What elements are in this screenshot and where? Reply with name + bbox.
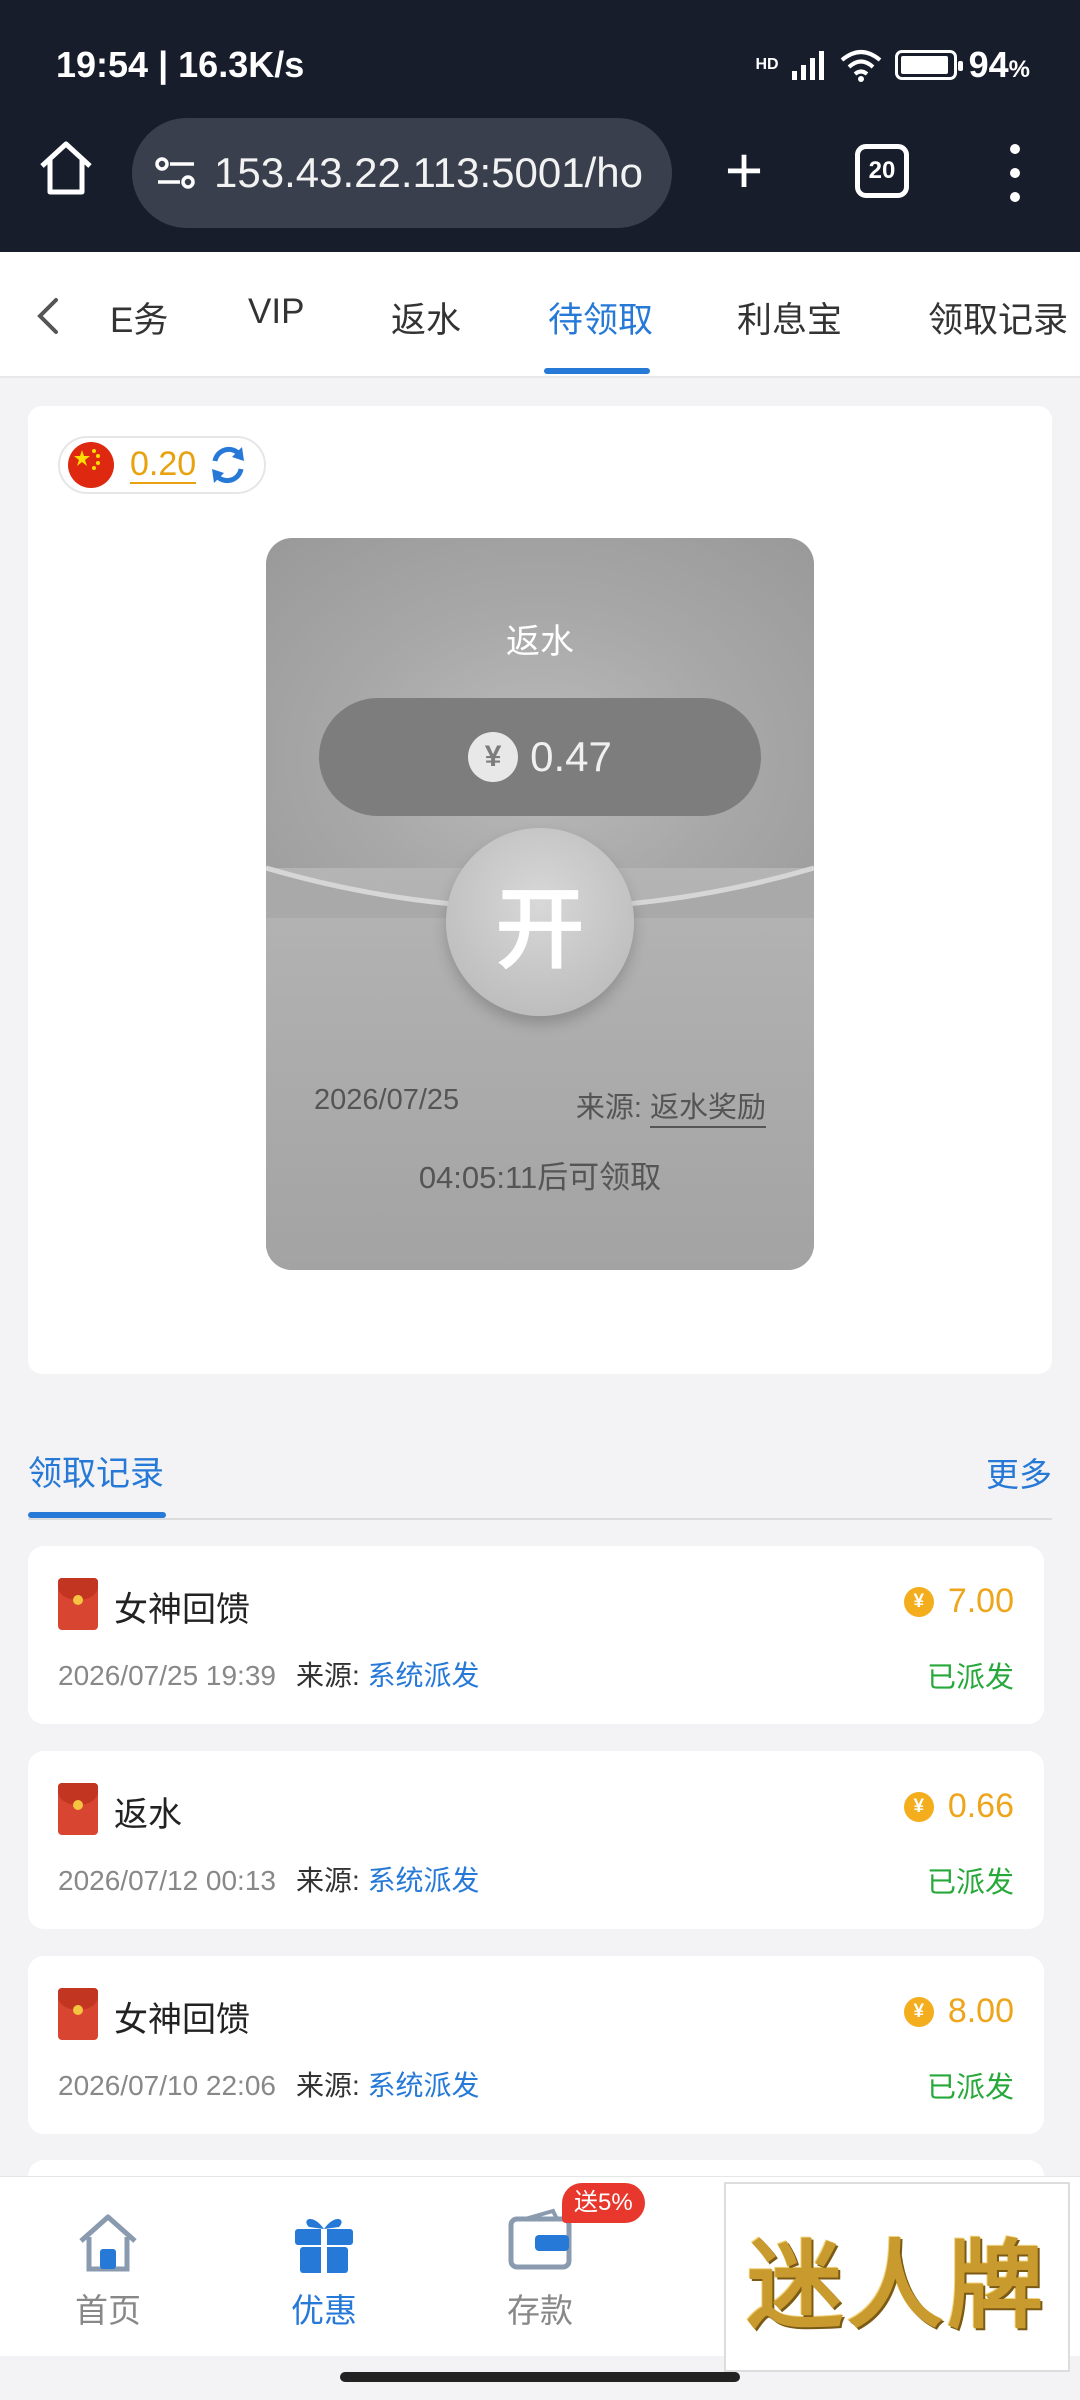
record-amount: ¥7.00 <box>903 1582 1014 1621</box>
status-bar: 19:54 | 16.3K/s HD 94% <box>56 40 1030 90</box>
chevron-left-icon[interactable] <box>22 286 72 346</box>
signal-icon <box>791 51 824 80</box>
tab-pending[interactable]: 待领取 <box>548 292 653 343</box>
red-envelope-card: 0.20 返水 ¥ 0.47 开 2026/07/25 来源: 返水奖励 04:… <box>28 406 1052 1374</box>
coin-icon: ¥ <box>903 1791 934 1822</box>
record-status: 已派发 <box>926 1662 1014 1694</box>
deposit-bonus-badge: 送5% <box>562 2183 645 2223</box>
balance-value: 0.20 <box>130 445 197 484</box>
records-title-tab[interactable]: 领取记录 <box>28 1446 164 1495</box>
open-envelope-button[interactable]: 开 <box>446 828 634 1016</box>
status-time-speed: 19:54 | 16.3K/s <box>56 44 305 85</box>
tab-vip[interactable]: VIP <box>248 292 304 332</box>
envelope-date: 2026/07/25 <box>314 1084 460 1116</box>
nav-label: 存款 <box>507 2292 573 2329</box>
envelope-source: 来源: 返水奖励 <box>575 1084 766 1128</box>
record-status: 已派发 <box>926 1867 1014 1899</box>
gesture-home-indicator[interactable] <box>340 2372 740 2382</box>
record-name: 返水 <box>114 1796 182 1834</box>
url-text[interactable]: 153.43.22.113:5001/ho <box>214 149 643 197</box>
refresh-icon[interactable] <box>206 443 250 487</box>
nav-home[interactable]: 首页 <box>48 2207 168 2332</box>
record-time: 2026/07/12 00:13 <box>58 1865 276 1896</box>
record-time: 2026/07/10 22:06 <box>58 2070 276 2101</box>
battery-icon <box>894 50 963 80</box>
gift-icon <box>295 2218 353 2273</box>
brand-logo[interactable]: 迷人牌 <box>724 2182 1070 2372</box>
wifi-icon <box>840 50 881 82</box>
record-source: 系统派发 <box>367 1865 480 1896</box>
active-tab-indicator <box>544 368 650 374</box>
tab-rebate[interactable]: 返水 <box>391 292 461 343</box>
record-name: 女神回馈 <box>114 2001 250 2039</box>
red-envelope-icon <box>58 1578 98 1630</box>
envelope-source-label: 来源: <box>575 1092 650 1124</box>
list-item[interactable]: 女神回馈 ¥8.00 2026/07/10 22:06 来源: 系统派发 已派发 <box>28 1956 1044 2134</box>
record-amount: ¥8.00 <box>903 1992 1014 2031</box>
yen-icon: ¥ <box>468 732 519 782</box>
home-icon <box>79 2214 137 2272</box>
record-source: 系统派发 <box>367 1660 480 1691</box>
record-amount: ¥0.66 <box>903 1787 1014 1826</box>
record-meta: 2026/07/12 00:13 来源: 系统派发 <box>58 1865 480 1896</box>
record-meta: 2026/07/10 22:06 来源: 系统派发 <box>58 2070 480 2101</box>
list-item[interactable]: 女神回馈 ¥7.00 2026/07/25 19:39 来源: 系统派发 已派发 <box>28 1546 1044 1724</box>
home-icon[interactable] <box>34 136 98 200</box>
envelope-source-link[interactable]: 返水奖励 <box>649 1092 766 1128</box>
battery-percent: 94% <box>968 44 1030 85</box>
envelope-amount: ¥ 0.47 <box>319 698 761 816</box>
site-settings-icon[interactable] <box>154 155 198 191</box>
records-tab-indicator <box>28 1512 166 1518</box>
nav-promotions[interactable]: 优惠 <box>264 2207 384 2332</box>
envelope-title: 返水 <box>506 623 574 661</box>
nav-deposit[interactable]: 存款 <box>480 2207 600 2332</box>
more-link[interactable]: 更多 <box>986 1448 1052 1496</box>
nav-label: 优惠 <box>291 2292 357 2329</box>
china-flag-icon <box>68 442 114 488</box>
tab-switcher-button[interactable]: 20 <box>855 144 909 198</box>
brand-text: 迷人牌 <box>747 2228 1047 2342</box>
browser-menu-icon[interactable] <box>1000 138 1030 208</box>
record-status: 已派发 <box>926 2072 1014 2104</box>
tab-claim-records[interactable]: 领取记录 <box>928 292 1068 343</box>
records-header: 领取记录 更多 <box>28 1440 1052 1520</box>
list-item[interactable]: 返水 ¥0.66 2026/07/12 00:13 来源: 系统派发 已派发 <box>28 1751 1044 1929</box>
record-name: 女神回馈 <box>114 1591 250 1629</box>
category-tabs: E务 VIP 返水 待领取 利息宝 领取记录 <box>0 252 1080 378</box>
tab-tasks[interactable]: E务 <box>110 292 168 343</box>
envelope-countdown: 04:05:11后可领取 <box>418 1160 662 1195</box>
record-meta: 2026/07/25 19:39 来源: 系统派发 <box>58 1660 480 1691</box>
red-envelope: 返水 ¥ 0.47 开 2026/07/25 来源: 返水奖励 04:05:11… <box>266 538 814 1270</box>
coin-icon: ¥ <box>903 1996 934 2027</box>
new-tab-button[interactable]: + <box>712 137 776 204</box>
url-bar[interactable]: 153.43.22.113:5001/ho <box>132 118 672 228</box>
balance-chip[interactable]: 0.20 <box>58 436 266 494</box>
record-source: 系统派发 <box>367 2070 480 2101</box>
red-envelope-icon <box>58 1783 98 1835</box>
nav-label: 首页 <box>75 2292 141 2329</box>
browser-chrome: 19:54 | 16.3K/s HD 94% 153.43.22.113:500… <box>0 0 1080 252</box>
network-type: HD <box>755 56 779 73</box>
tab-interest[interactable]: 利息宝 <box>737 292 842 343</box>
coin-icon: ¥ <box>903 1586 934 1617</box>
red-envelope-icon <box>58 1988 98 2040</box>
record-time: 2026/07/25 19:39 <box>58 1660 276 1691</box>
envelope-amount-value: 0.47 <box>530 733 612 780</box>
